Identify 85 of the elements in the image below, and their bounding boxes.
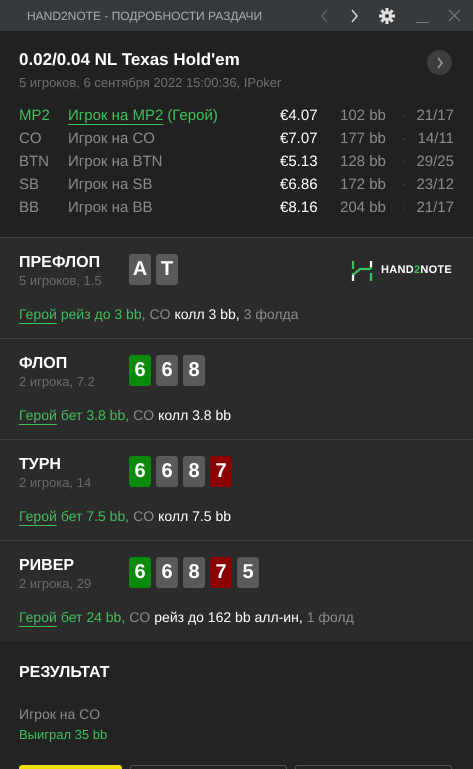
card: 6 — [156, 556, 178, 588]
close-icon — [448, 9, 460, 22]
street-title: ПРЕФЛОП — [19, 252, 102, 272]
next-button[interactable] — [427, 50, 452, 75]
position-label: BTN — [19, 152, 50, 172]
action-text: колл 7.5 bb — [158, 506, 232, 526]
card: T — [156, 254, 178, 284]
street-title: ТУРН — [19, 454, 62, 474]
card: 6 — [129, 556, 151, 588]
chevron-right-icon — [436, 56, 444, 68]
position-label: MP2 — [19, 106, 51, 126]
separator-dot: · — [402, 200, 407, 216]
card: 8 — [183, 556, 205, 588]
position-label: CO — [19, 128, 42, 149]
action-text: бет 24 bb, — [60, 608, 126, 626]
action-text: 3 фолда — [244, 304, 298, 324]
player-stats: 21/17 — [415, 106, 454, 126]
action-text: колл 3.8 bb — [158, 406, 232, 424]
action-text: рейз до 3 bb, — [60, 304, 146, 324]
street-title: РИВЕР — [19, 556, 76, 576]
card: 6 — [129, 456, 151, 486]
position-label: BB — [19, 198, 40, 218]
action-text: CO — [133, 406, 154, 424]
card: 6 — [156, 456, 178, 486]
separator-dot: · — [402, 154, 407, 170]
hero-link[interactable]: Герой — [19, 506, 57, 526]
separator-dot: · — [402, 108, 407, 124]
stack-bb: 172 bb — [340, 174, 387, 195]
card: 6 — [129, 354, 151, 386]
window-title: HAND2NOTE - ПОДРОБНОСТИ РАЗДАЧИ — [27, 8, 264, 24]
stack-bb: 177 bb — [340, 128, 387, 149]
street-info: 5 игроков, 1.5 — [19, 272, 103, 288]
action-text: CO — [150, 304, 171, 324]
card: 7 — [210, 456, 232, 486]
street-info: 2 игрока, 14 — [19, 474, 92, 490]
game-title: 0.02/0.04 NL Texas Hold'em — [19, 49, 241, 71]
player-name[interactable]: Игрок на MP2 — [68, 104, 164, 128]
action-text: бет 3.8 bb, — [60, 406, 130, 424]
action-text: CO — [133, 506, 154, 526]
chevron-right-icon — [350, 8, 358, 22]
logo-icon — [351, 260, 374, 282]
player-stats: 21/17 — [415, 198, 454, 218]
player-stats: 23/12 — [415, 174, 454, 195]
action-text: 1 фолд — [306, 608, 354, 627]
action-text: CO — [129, 608, 150, 626]
stack-amount: €5.13 — [280, 152, 319, 172]
player-stats: 29/25 — [415, 152, 454, 172]
hero-link[interactable]: Герой — [19, 304, 57, 324]
card: 5 — [237, 556, 259, 588]
player-stats: 14/11 — [416, 128, 454, 149]
action-text: бет 7.5 bb, — [60, 506, 130, 526]
logo-text: HAND2NOTE — [381, 263, 452, 278]
hand-info: 5 игроков, 6 сентября 2022 15:00:36, IPoker — [19, 74, 282, 92]
separator-dot: · — [402, 132, 407, 147]
separator-dot: · — [402, 178, 407, 193]
action-text: колл 3 bb, — [174, 304, 240, 324]
card: 6 — [156, 354, 178, 386]
result-title: РЕЗУЛЬТАТ — [19, 662, 111, 682]
street-title: ФЛОП — [19, 354, 68, 374]
street-info: 2 игрока, 29 — [19, 576, 92, 592]
card: 7 — [210, 556, 232, 588]
stack-bb: 204 bb — [340, 198, 387, 218]
hero-tag: (Герой) — [167, 104, 218, 128]
stack-amount: €6.86 — [280, 174, 319, 195]
stack-bb: 128 bb — [340, 152, 387, 172]
win-amount: Выиграл 35 bb — [19, 726, 108, 744]
stack-amount: €8.16 — [280, 198, 319, 218]
street-info: 2 игрока, 7.2 — [19, 374, 96, 390]
hero-link[interactable]: Герой — [19, 404, 57, 426]
stack-bb: 102 bb — [340, 106, 387, 126]
card: 8 — [183, 456, 205, 486]
player-name: Игрок на SB — [68, 174, 152, 195]
action-text: рейз до 162 bb алл-ин, — [154, 608, 303, 627]
stack-amount: €4.07 — [280, 106, 319, 126]
player-name: Игрок на BB — [68, 198, 152, 218]
winner-name: Игрок на CO — [19, 704, 102, 724]
card: 8 — [183, 354, 205, 386]
player-name: Игрок на CO — [68, 128, 155, 149]
stack-amount: €7.07 — [280, 128, 319, 149]
settings-icon — [379, 8, 395, 24]
hero-link[interactable]: Герой — [19, 606, 57, 628]
player-name: Игрок на BTN — [68, 152, 162, 172]
chevron-left-icon — [320, 8, 328, 22]
card: A — [129, 254, 151, 284]
position-label: SB — [19, 174, 40, 195]
